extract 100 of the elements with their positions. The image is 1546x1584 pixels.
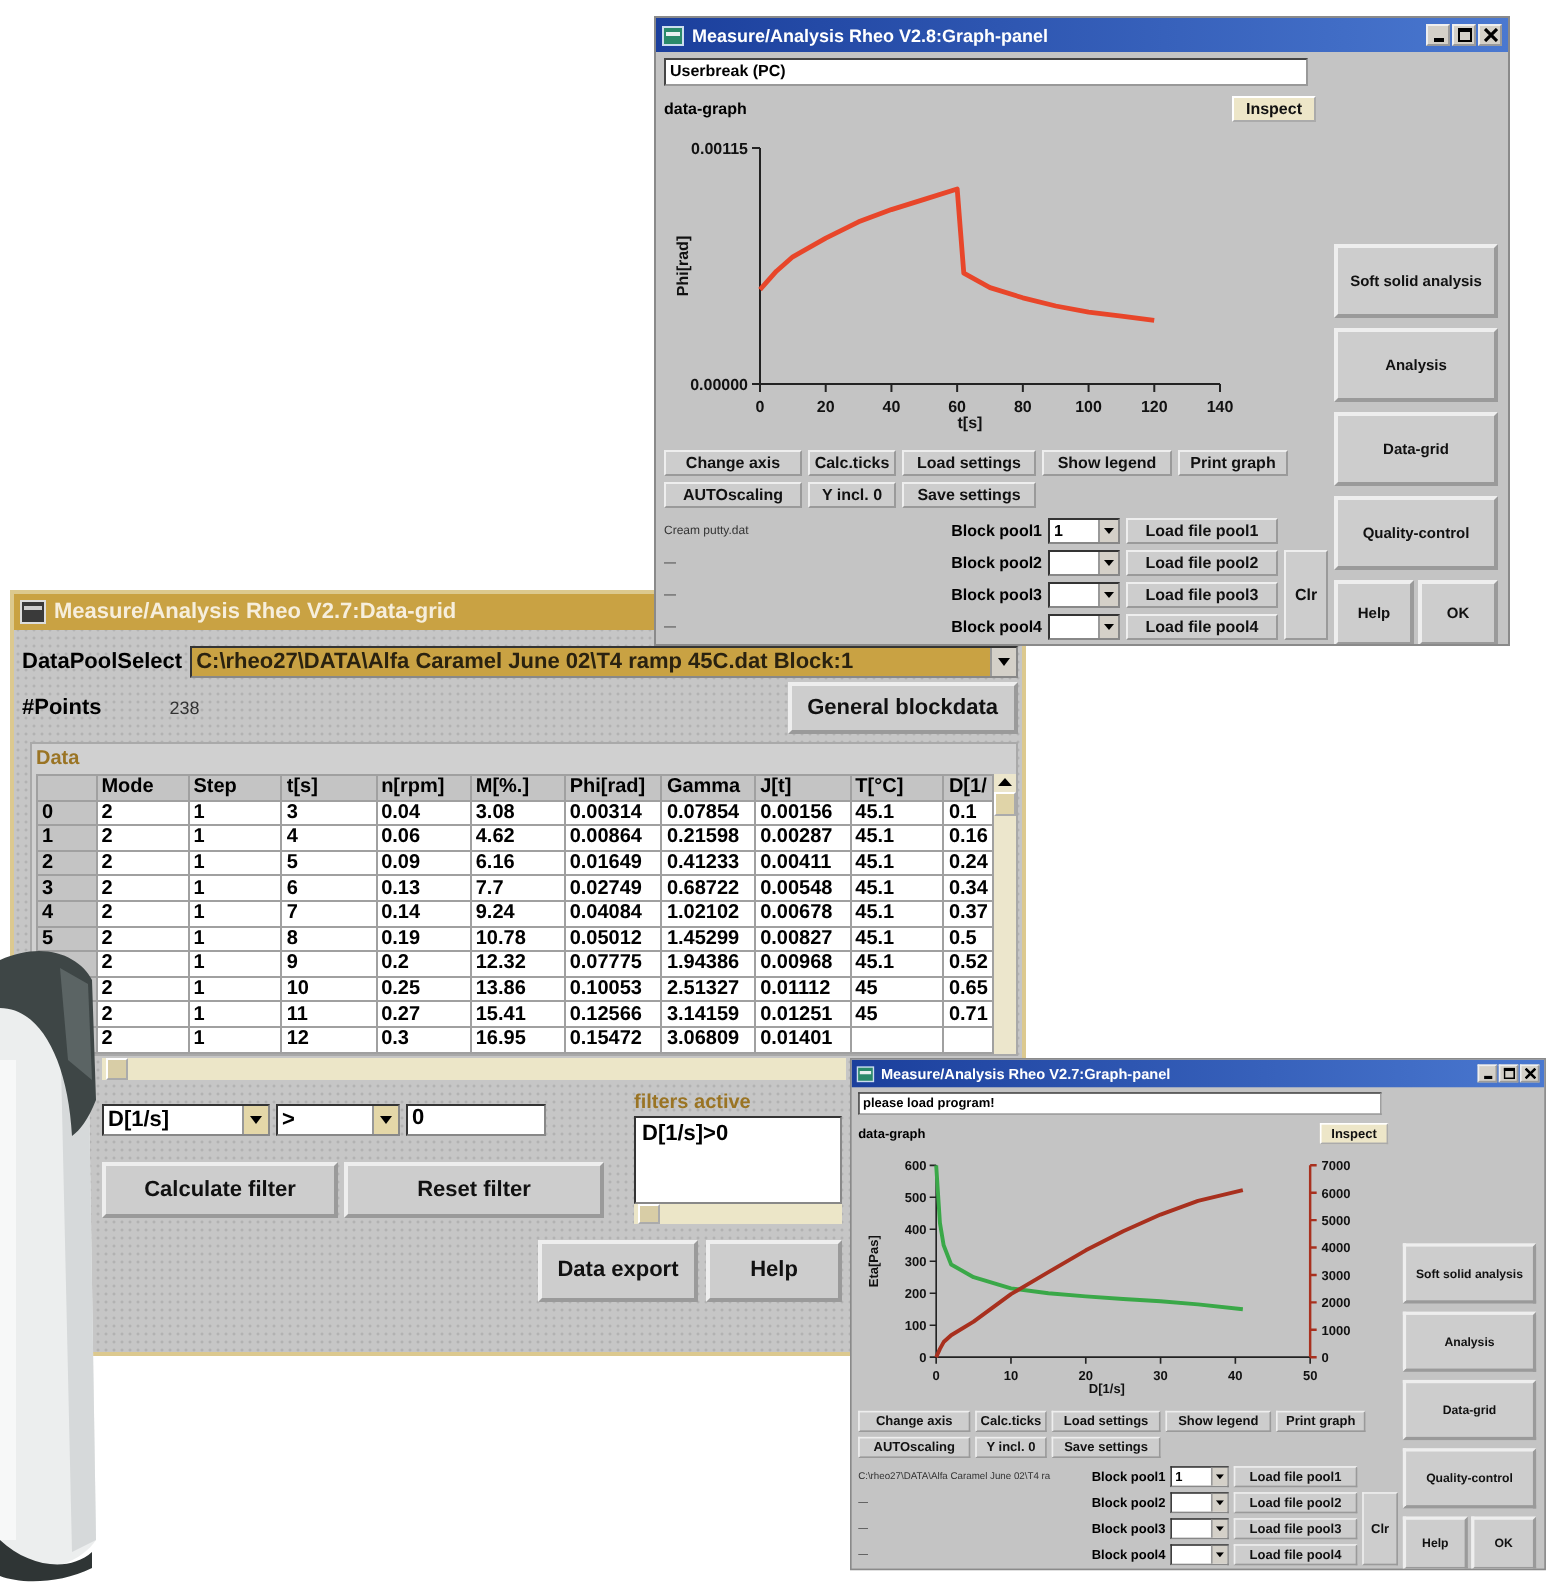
points-value: 238	[169, 698, 200, 718]
tick-label: 40	[882, 398, 901, 416]
column-header[interactable]: n[rpm]	[376, 775, 471, 801]
status-field[interactable]: Userbreak (PC)	[664, 58, 1308, 86]
block-dropdown[interactable]	[1048, 614, 1120, 640]
tick-label: 120	[1140, 398, 1168, 416]
table-cell: 2.51327	[661, 976, 756, 1002]
row-header: 1	[37, 825, 97, 851]
active-filters-list[interactable]: D[1/s]>0	[634, 1115, 842, 1204]
column-header[interactable]: Step	[188, 775, 282, 801]
close-button[interactable]	[1519, 1064, 1540, 1083]
table-cell: 1	[188, 976, 282, 1002]
toolbar-button[interactable]: AUTOscaling	[664, 482, 802, 508]
table-cell: 45	[850, 1001, 944, 1027]
filter-value-field[interactable]: 0	[406, 1103, 546, 1136]
table-cell: 0.05012	[564, 926, 662, 952]
block-dropdown[interactable]	[1048, 582, 1120, 608]
table-cell: 1	[188, 1001, 282, 1027]
toolbar-button[interactable]: Load settings	[902, 450, 1036, 476]
filter-column-dropdown[interactable]: D[1/s]	[102, 1103, 270, 1136]
data-pool-dropdown[interactable]: C:\rheo27\DATA\Alfa Caramel June 02\T4 ramp 45C.dat Block:1	[190, 646, 1018, 678]
table-cell: 2	[96, 926, 189, 952]
table-cell: 0.41233	[661, 850, 756, 876]
table-cell: 45.1	[850, 850, 944, 876]
inspect-button[interactable]: Inspect	[1231, 95, 1316, 121]
minimize-button[interactable]	[1426, 24, 1450, 46]
scroll-thumb[interactable]	[106, 1057, 128, 1080]
table-cell: 2	[96, 800, 189, 826]
toolbar-button[interactable]: Show legend	[1042, 450, 1172, 476]
toolbar-button[interactable]: Calc.ticks	[808, 450, 896, 476]
load-file-button[interactable]: Load file pool1	[1126, 518, 1278, 544]
maximize-button[interactable]	[1452, 24, 1476, 46]
close-button[interactable]	[1478, 24, 1502, 46]
table-cell: 0.00548	[755, 875, 851, 901]
toolbar-button[interactable]: Save settings	[902, 482, 1036, 508]
action-button[interactable]: Help	[706, 1239, 842, 1302]
block-dropdown[interactable]	[1170, 1518, 1229, 1540]
horizontal-scrollbar[interactable]	[102, 1057, 846, 1080]
clear-button[interactable]: Clr	[1284, 550, 1328, 640]
close-icon	[1483, 28, 1497, 42]
block-dropdown[interactable]	[1170, 1544, 1229, 1566]
load-file-button[interactable]: Load file pool4	[1126, 614, 1278, 640]
table-cell: 5	[281, 850, 377, 876]
general-blockdata-button[interactable]: General blockdata	[787, 682, 1018, 734]
block-dropdown[interactable]: 1	[1048, 518, 1120, 544]
table-cell: 7	[281, 900, 377, 927]
table-cell: 2	[96, 976, 189, 1002]
scroll-thumb[interactable]	[994, 792, 1016, 816]
toolbar-button[interactable]: Print graph	[1178, 450, 1288, 476]
axis-title: Phi[rad]	[674, 235, 692, 297]
minimize-button[interactable]	[1477, 1064, 1498, 1083]
tick-label: 60	[948, 398, 967, 416]
table-cell: 0.21598	[661, 825, 756, 851]
table-cell: 10.78	[470, 926, 565, 952]
toolbar-button[interactable]: Y incl. 0	[808, 482, 896, 508]
table-cell: 0.14	[376, 900, 471, 927]
tick-label: 140	[1206, 398, 1234, 416]
dropdown-arrow-icon	[1104, 528, 1114, 534]
filter-button[interactable]: Reset filter	[344, 1161, 604, 1218]
window-title: Measure/Analysis Rheo V2.8:Graph-panel	[692, 25, 1051, 45]
dropdown-arrow-icon	[1104, 560, 1114, 566]
table-cell: 0.01649	[564, 850, 662, 876]
block-dropdown[interactable]	[1170, 1492, 1229, 1514]
table-cell: 1.94386	[661, 951, 756, 977]
table-cell: 1	[188, 850, 282, 876]
table-cell: 0.00864	[564, 825, 662, 851]
dropdown-arrow-icon	[1104, 624, 1114, 630]
action-button[interactable]: Data export	[538, 1239, 698, 1302]
column-header[interactable]: M[%.]	[470, 775, 565, 801]
column-header[interactable]: Mode	[96, 775, 189, 801]
column-header[interactable]: t[s]	[281, 775, 377, 801]
block-dropdown[interactable]	[1048, 550, 1120, 576]
table-cell: 0.00968	[755, 951, 851, 977]
horizontal-scrollbar[interactable]	[634, 1203, 842, 1224]
column-header[interactable]: Phi[rad]	[564, 775, 662, 801]
table-cell: 2	[96, 850, 189, 876]
load-file-button[interactable]: Load file pool3	[1126, 582, 1278, 608]
scroll-thumb[interactable]	[638, 1203, 660, 1224]
table-cell: 9.24	[470, 900, 565, 927]
table-cell: 45.1	[850, 926, 944, 952]
filter-button[interactable]: Calculate filter	[102, 1161, 338, 1218]
table-cell: 0.00156	[755, 800, 851, 826]
operator-dropdown[interactable]: >	[276, 1103, 400, 1136]
table-cell: 0.04	[376, 800, 471, 826]
column-header[interactable]: Gamma	[661, 775, 756, 801]
table-cell: 2	[96, 900, 189, 927]
toolbar-button[interactable]: Change axis	[664, 450, 802, 476]
table-cell: 3.08	[470, 800, 565, 826]
column-header[interactable]: D[1/	[943, 775, 993, 801]
column-header[interactable]: T[°C]	[850, 775, 944, 801]
maximize-button[interactable]	[1498, 1064, 1519, 1083]
tick-label: 0	[755, 398, 765, 416]
table-cell: 1.02102	[661, 900, 756, 927]
load-file-button[interactable]: Load file pool2	[1126, 550, 1278, 576]
vertical-scrollbar[interactable]	[994, 774, 1016, 1054]
scroll-up-icon	[996, 774, 1014, 790]
column-header[interactable]: J[t]	[755, 775, 851, 801]
dropdown-arrow-icon	[1215, 1500, 1224, 1506]
table-cell: 0.07854	[661, 800, 756, 826]
table-cell: 0.06	[376, 825, 471, 851]
